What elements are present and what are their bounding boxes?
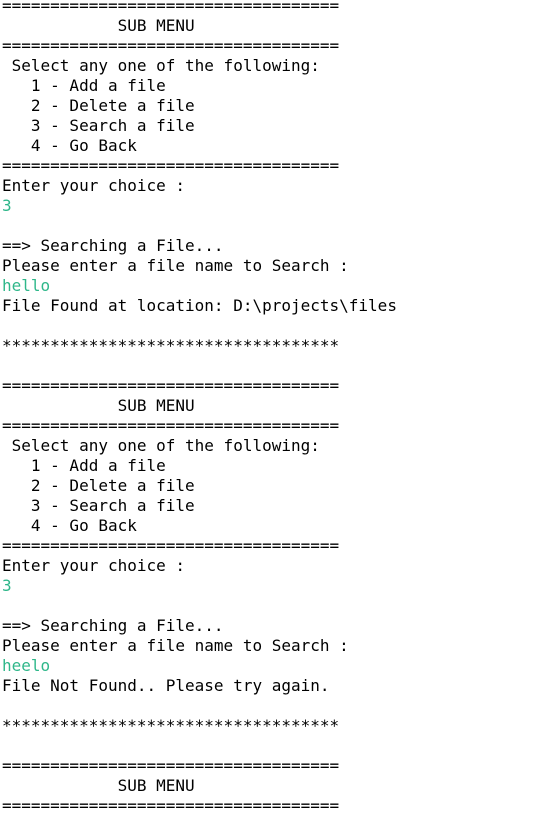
console-output-line: Select any one of the following:: [2, 56, 320, 75]
console-output-line: Please enter a file name to Search :: [2, 256, 349, 275]
console-output-line: 4 - Go Back: [2, 136, 137, 155]
console-output-line: SUB MENU: [2, 396, 195, 415]
console-output-line: SUB MENU: [2, 16, 195, 35]
console-separator-line: ===================================: [2, 536, 340, 555]
console-separator-line: ===================================: [2, 796, 340, 815]
console-output: =================================== SUB …: [2, 0, 538, 816]
console-output-line: ==> Searching a File...: [2, 616, 224, 635]
console-output-line: File Found at location: D:\projects\file…: [2, 296, 397, 315]
console-separator-line: ===================================: [2, 376, 340, 395]
console-output-line: 3 - Search a file: [2, 496, 195, 515]
console-output-line: 4 - Go Back: [2, 516, 137, 535]
console-output-line: ==> Searching a File...: [2, 236, 224, 255]
console-user-input: hello: [2, 276, 51, 295]
console-output-line: 3 - Search a file: [2, 116, 195, 135]
console-output-line: 2 - Delete a file: [2, 96, 195, 115]
console-output-line: Select any one of the following:: [2, 436, 320, 455]
console-output-line: File Not Found.. Please try again.: [2, 676, 330, 695]
console-output-line: SUB MENU: [2, 776, 195, 795]
console-separator-line: ===================================: [2, 756, 340, 775]
console-user-input: 3: [2, 576, 12, 595]
console-separator-line: ===================================: [2, 416, 340, 435]
console-output-line: 2 - Delete a file: [2, 476, 195, 495]
console-output-line: Enter your choice :: [2, 556, 186, 575]
console-output-line: 1 - Add a file: [2, 76, 166, 95]
console-separator-line: ===================================: [2, 36, 340, 55]
console-separator-line: ===================================: [2, 156, 340, 175]
console-separator-line: ===================================: [2, 0, 340, 15]
console-output-line: Enter your choice :: [2, 176, 186, 195]
console-separator-line: ***********************************: [2, 716, 340, 735]
console-user-input: heelo: [2, 656, 51, 675]
console-output-line: 1 - Add a file: [2, 456, 166, 475]
console-output-line: Please enter a file name to Search :: [2, 636, 349, 655]
console-separator-line: ***********************************: [2, 336, 340, 355]
console-user-input: 3: [2, 196, 12, 215]
